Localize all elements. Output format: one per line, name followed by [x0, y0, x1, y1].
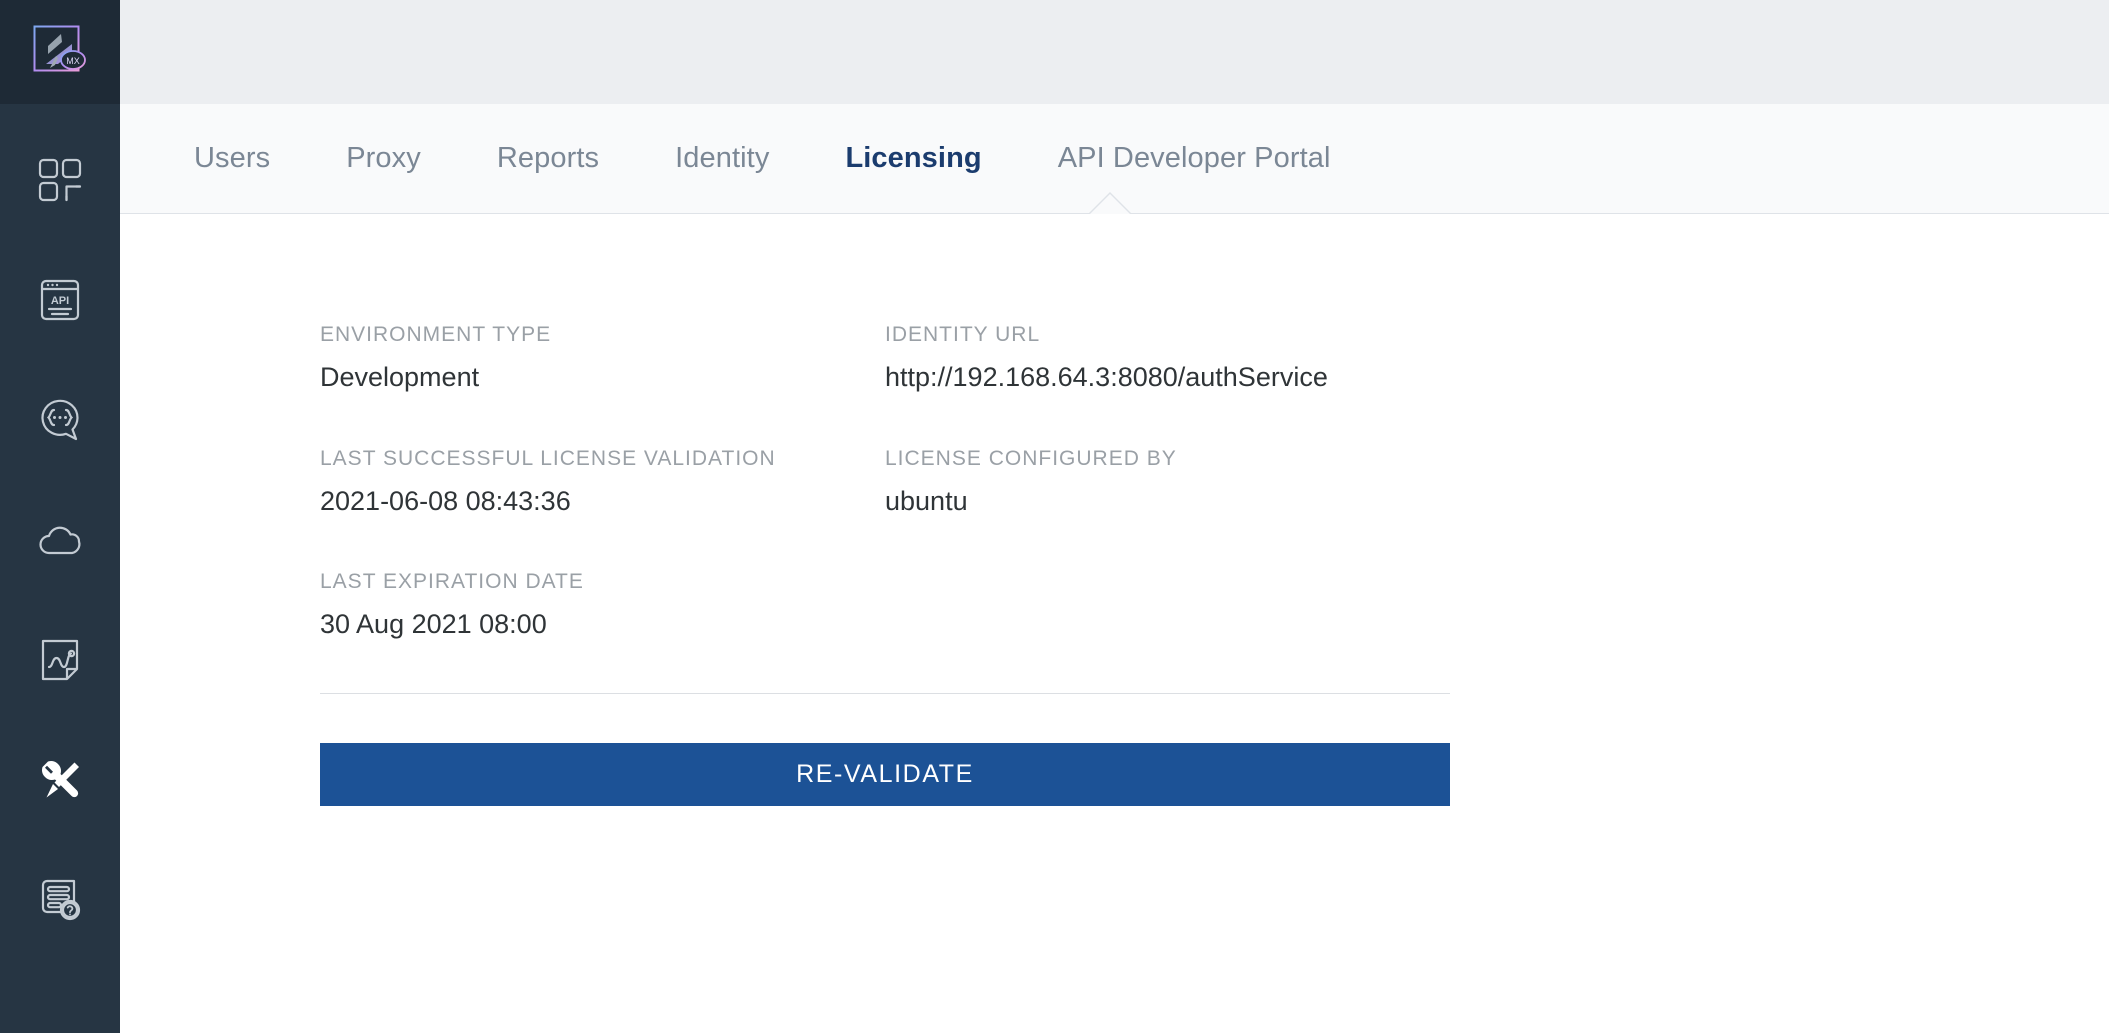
- tab-users[interactable]: Users: [156, 144, 308, 173]
- document-help-icon: [36, 876, 84, 924]
- top-bar: [120, 0, 2109, 104]
- sidebar-item-analytics[interactable]: [0, 600, 120, 720]
- field-last-successful-license-validation: LAST SUCCESSFUL LICENSE VALIDATION 2021-…: [320, 446, 885, 518]
- field-value: 30 Aug 2021 08:00: [320, 608, 885, 640]
- field-label: LAST SUCCESSFUL LICENSE VALIDATION: [320, 446, 885, 471]
- field-license-configured-by: LICENSE CONFIGURED BY ubuntu: [885, 446, 1450, 518]
- sidebar-logo[interactable]: MX: [0, 0, 120, 104]
- field-label: ENVIRONMENT TYPE: [320, 322, 885, 347]
- json-bubble-icon: [36, 396, 84, 444]
- tools-icon: [36, 756, 84, 804]
- tab-proxy[interactable]: Proxy: [308, 144, 459, 173]
- app-root: MX: [0, 0, 2109, 1033]
- tab-api-developer-portal[interactable]: API Developer Portal: [1020, 144, 1369, 173]
- field-row: LAST EXPIRATION DATE 30 Aug 2021 08:00: [320, 569, 1450, 641]
- field-identity-url: IDENTITY URL http://192.168.64.3:8080/au…: [885, 322, 1450, 394]
- field-environment-type: ENVIRONMENT TYPE Development: [320, 322, 885, 394]
- api-window-icon: API: [36, 276, 84, 324]
- cloud-icon: [36, 516, 84, 564]
- sidebar-item-policies[interactable]: [0, 360, 120, 480]
- licensing-panel: ENVIRONMENT TYPE Development IDENTITY UR…: [120, 214, 2109, 1033]
- analytics-report-icon: [36, 636, 84, 684]
- field-last-expiration-date: LAST EXPIRATION DATE 30 Aug 2021 08:00: [320, 569, 885, 641]
- revalidate-button[interactable]: RE-VALIDATE: [320, 743, 1450, 806]
- tab-bar: Users Proxy Reports Identity Licensing A…: [120, 104, 2109, 214]
- field-value: http://192.168.64.3:8080/authService: [885, 361, 1450, 393]
- svg-text:MX: MX: [66, 56, 80, 66]
- sidebar-item-dashboard[interactable]: [0, 120, 120, 240]
- field-row: ENVIRONMENT TYPE Development IDENTITY UR…: [320, 322, 1450, 394]
- field-label: LICENSE CONFIGURED BY: [885, 446, 1450, 471]
- field-label: LAST EXPIRATION DATE: [320, 569, 885, 594]
- sidebar-item-documentation[interactable]: [0, 840, 120, 960]
- main-area: Users Proxy Reports Identity Licensing A…: [120, 0, 2109, 1033]
- tab-licensing[interactable]: Licensing: [807, 144, 1019, 173]
- tab-reports[interactable]: Reports: [459, 144, 637, 173]
- field-row: LAST SUCCESSFUL LICENSE VALIDATION 2021-…: [320, 446, 1450, 518]
- tab-identity[interactable]: Identity: [637, 144, 807, 173]
- svg-text:API: API: [51, 295, 69, 307]
- dashboard-grid-icon: [36, 156, 84, 204]
- sidebar-item-list: API: [0, 104, 120, 960]
- sidebar-item-administration[interactable]: [0, 720, 120, 840]
- field-label: IDENTITY URL: [885, 322, 1450, 347]
- hx-logo-icon: MX: [32, 24, 88, 80]
- sidebar: MX: [0, 0, 120, 1033]
- field-value: 2021-06-08 08:43:36: [320, 485, 885, 517]
- field-value: ubuntu: [885, 485, 1450, 517]
- sidebar-item-cloud[interactable]: [0, 480, 120, 600]
- sidebar-item-api-catalog[interactable]: API: [0, 240, 120, 360]
- license-details: ENVIRONMENT TYPE Development IDENTITY UR…: [320, 322, 1450, 806]
- field-value: Development: [320, 361, 885, 393]
- section-divider: [320, 693, 1450, 694]
- active-tab-indicator: [1088, 191, 1132, 214]
- hx-logo-glyph: MX: [32, 24, 88, 80]
